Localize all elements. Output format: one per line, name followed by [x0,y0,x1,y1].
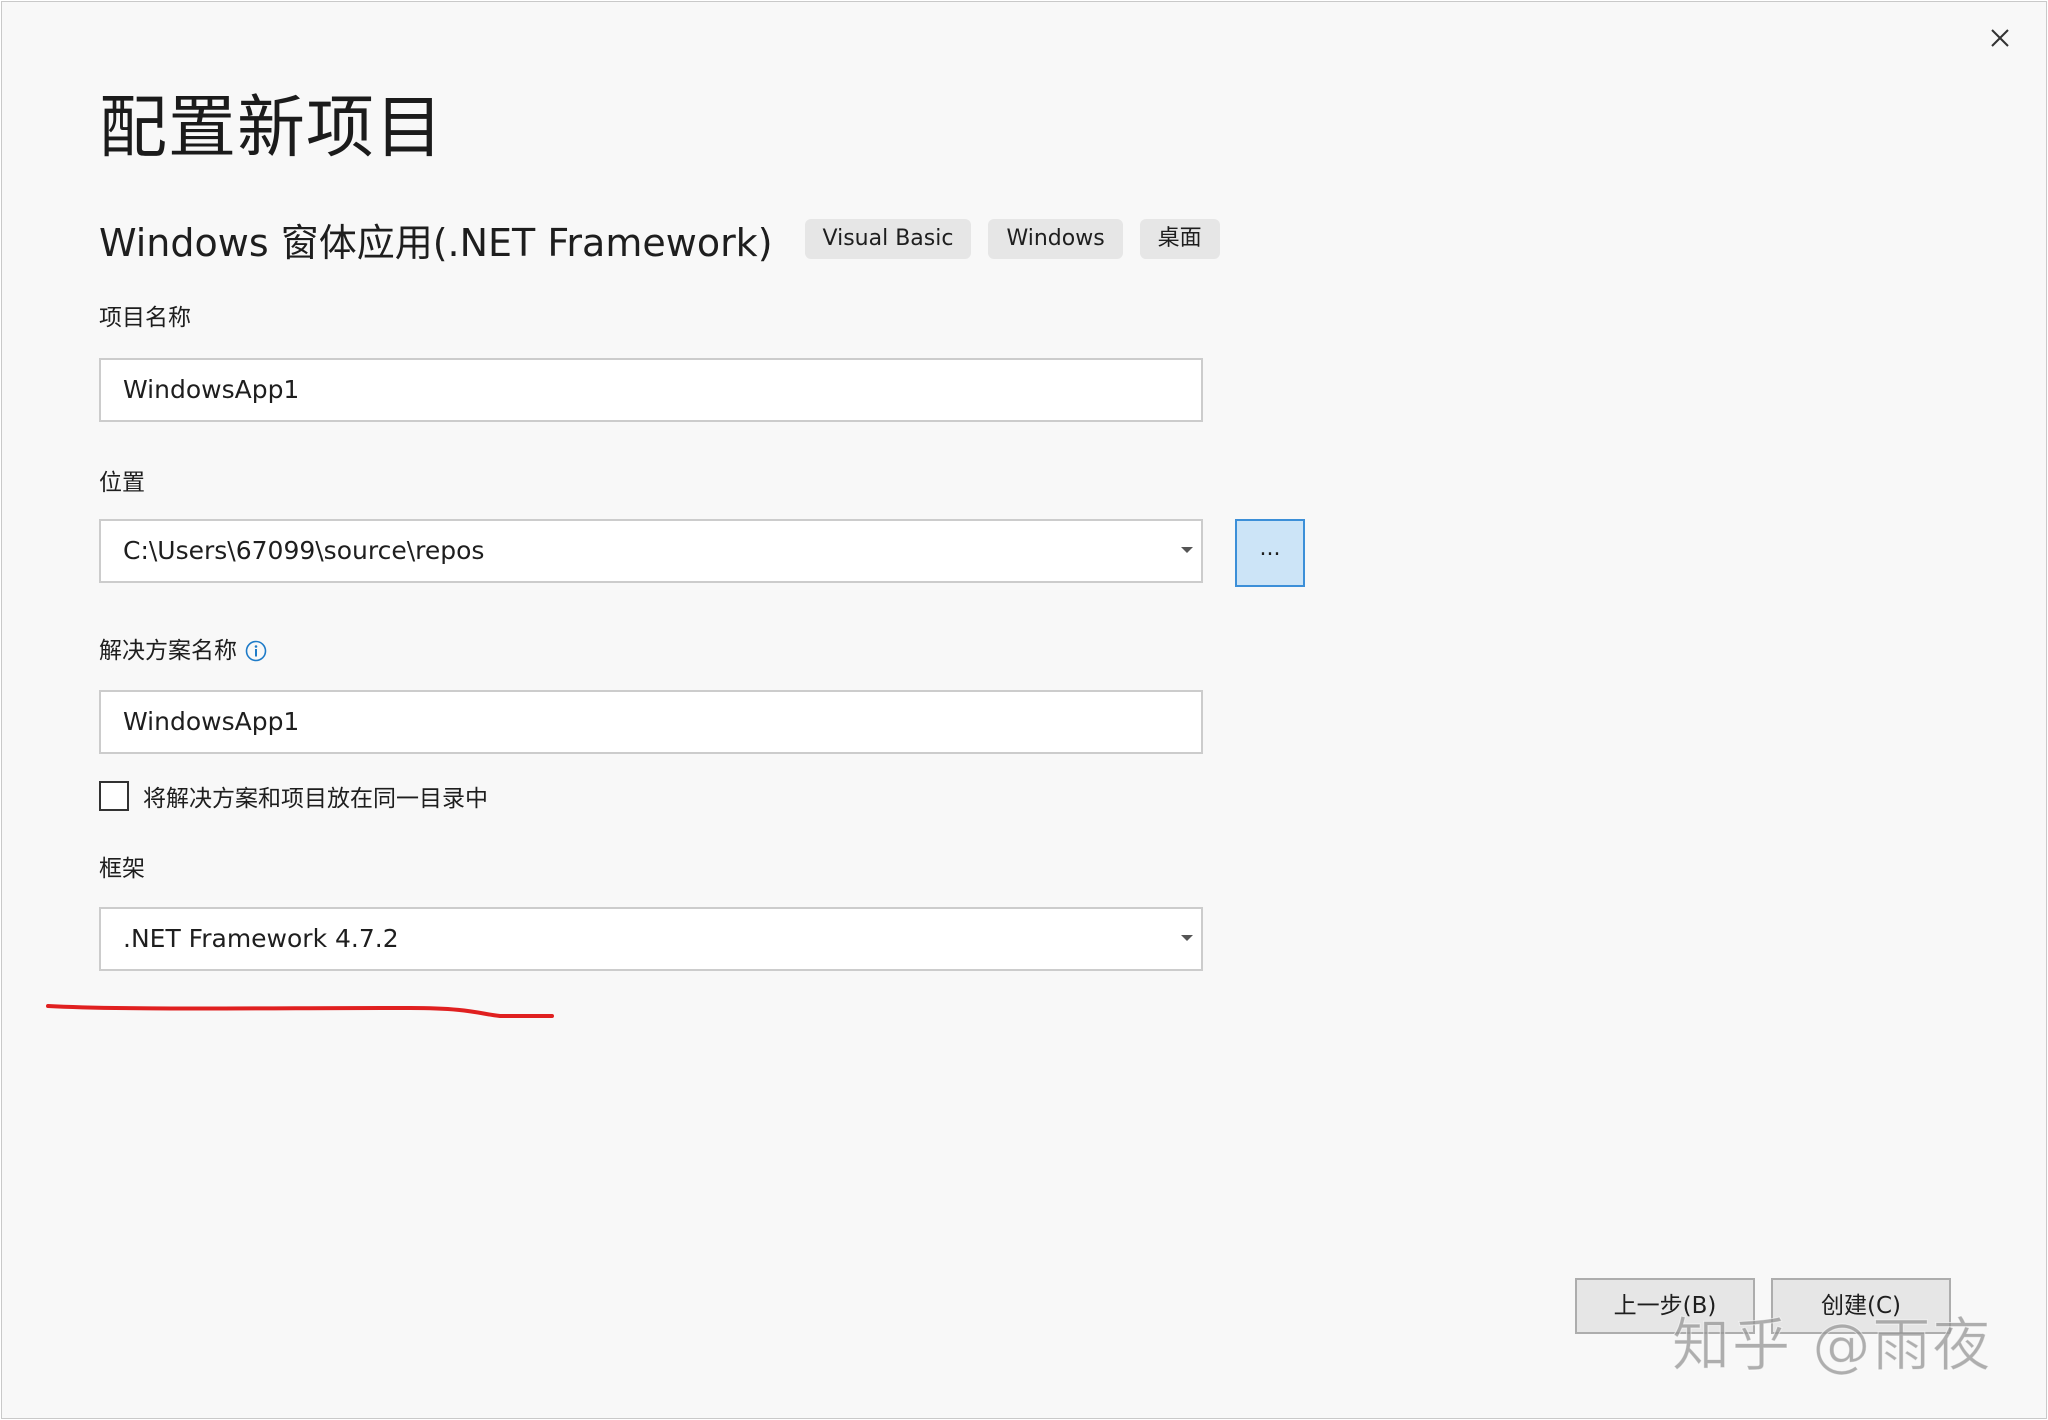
framework-value: .NET Framework 4.7.2 [123,924,399,953]
solution-name-label-row: 解决方案名称 [99,636,267,666]
template-header: Windows 窗体应用(.NET Framework) Visual Basi… [99,214,1237,265]
project-name-input[interactable]: WindowsApp1 [99,358,1203,422]
framework-label: 框架 [99,856,145,882]
template-name: Windows 窗体应用(.NET Framework) [99,220,773,265]
same-directory-label[interactable]: 将解决方案和项目放在同一目录中 [143,779,488,813]
project-name-label: 项目名称 [99,305,191,331]
location-combobox[interactable]: C:\Users\67099\source\repos [99,519,1203,583]
browse-button[interactable]: ... [1235,519,1305,587]
same-directory-checkbox[interactable] [99,781,129,811]
tag-language: Visual Basic [804,219,972,259]
location-label: 位置 [99,470,145,496]
close-button[interactable] [1982,20,2018,56]
solution-name-input[interactable]: WindowsApp1 [99,690,1203,754]
configure-project-dialog: 配置新项目 Windows 窗体应用(.NET Framework) Visua… [1,1,2047,1419]
tag-type: 桌面 [1139,219,1220,259]
framework-combobox[interactable]: .NET Framework 4.7.2 [99,907,1203,971]
back-button[interactable]: 上一步(B) [1575,1278,1755,1334]
project-name-value: WindowsApp1 [123,375,300,404]
location-value: C:\Users\67099\source\repos [123,536,485,565]
chevron-down-icon[interactable] [1181,935,1193,941]
solution-name-value: WindowsApp1 [123,707,300,736]
create-button[interactable]: 创建(C) [1771,1278,1951,1334]
chevron-down-icon[interactable] [1181,547,1193,553]
tag-platform: Windows [988,219,1123,259]
info-icon[interactable] [245,640,267,662]
close-icon [1991,29,2009,47]
same-directory-option: 将解决方案和项目放在同一目录中 [99,778,488,814]
page-title: 配置新项目 [99,89,445,168]
solution-name-label: 解决方案名称 [99,638,237,664]
